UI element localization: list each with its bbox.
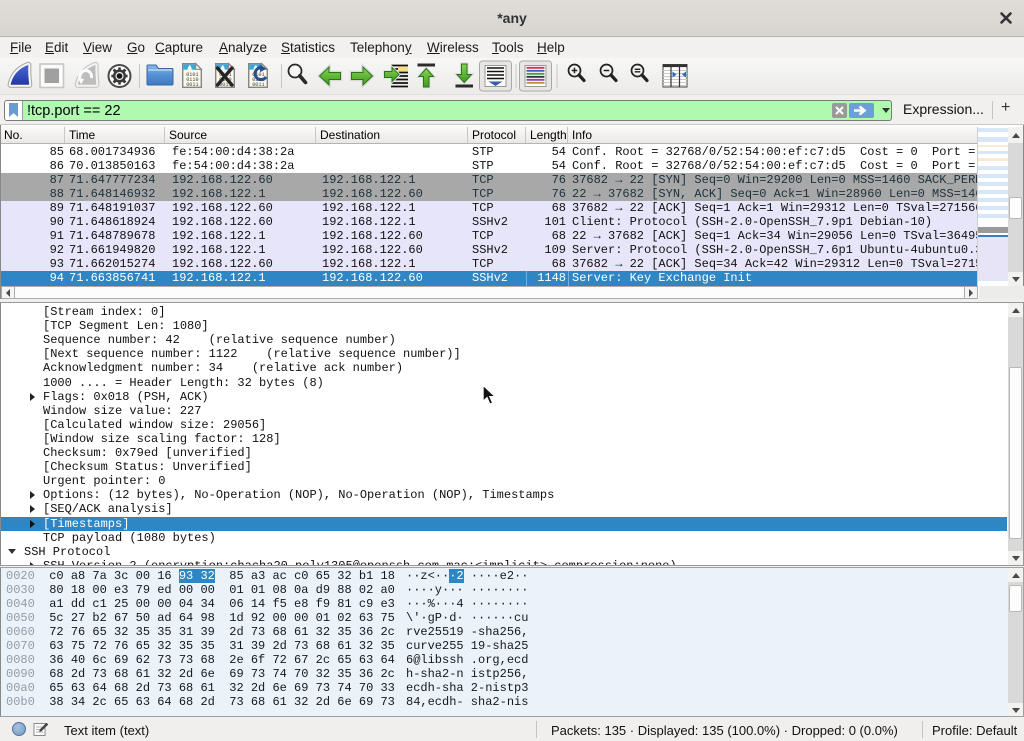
svg-text:0011: 0011: [252, 82, 264, 88]
svg-text:0011: 0011: [186, 82, 198, 88]
